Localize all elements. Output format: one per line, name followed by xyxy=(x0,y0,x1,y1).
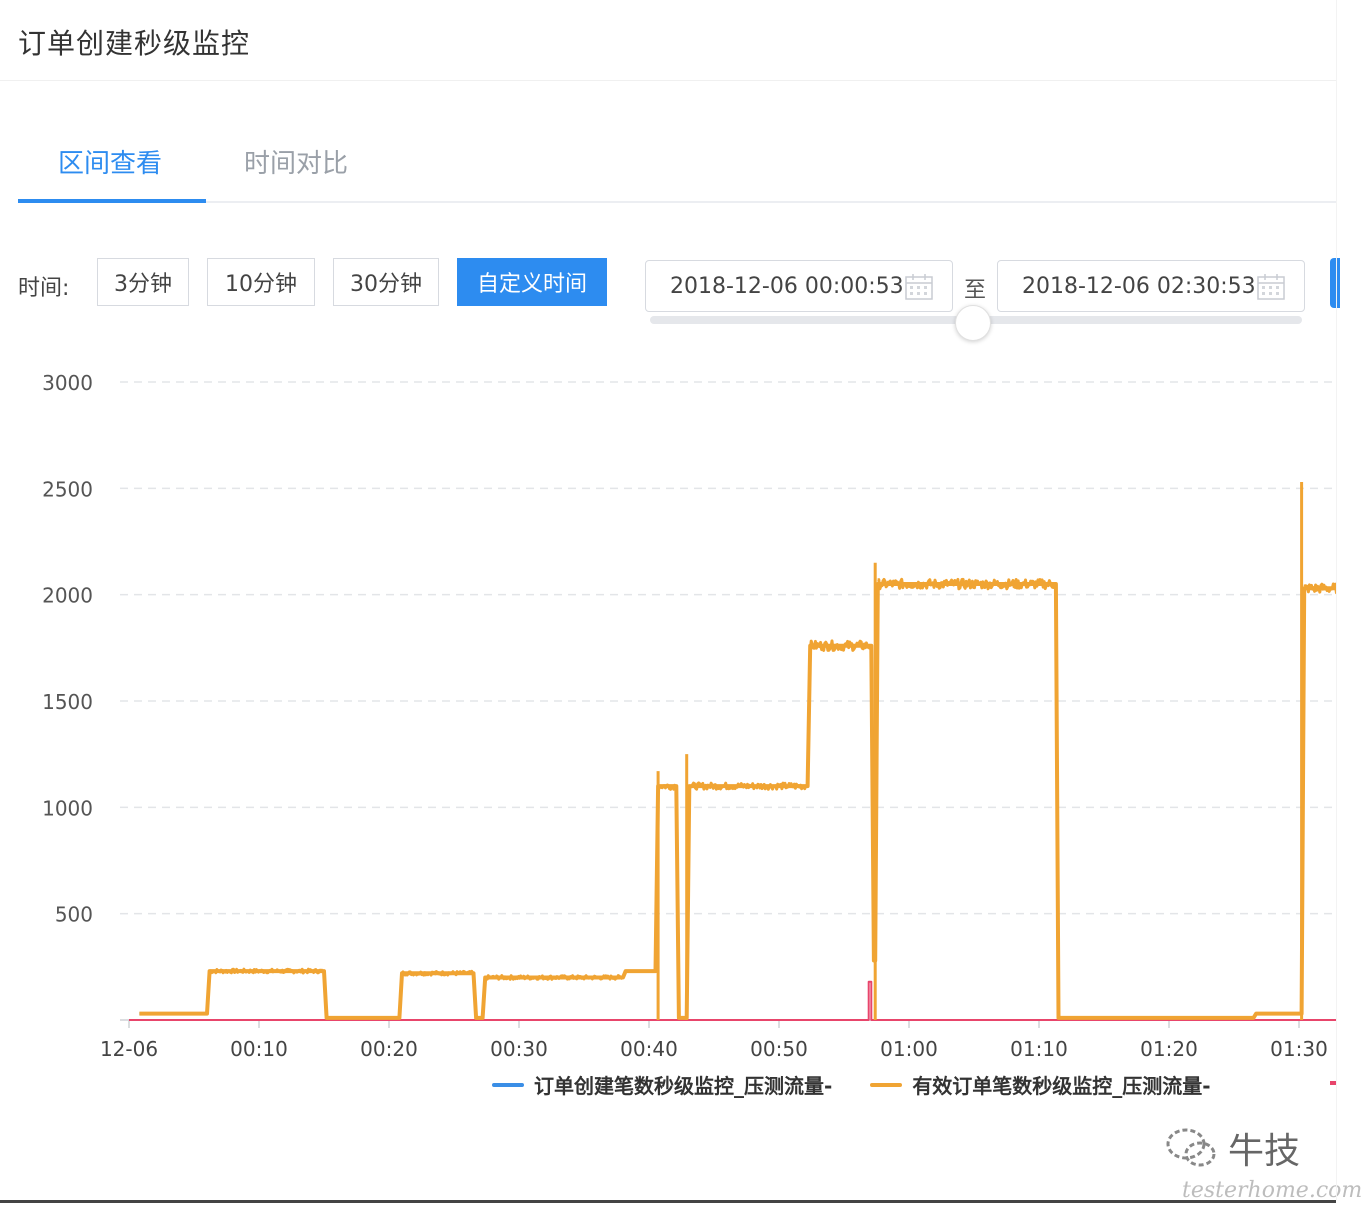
start-date-value: 2018-12-06 00:00:53 xyxy=(670,273,904,299)
right-edge-rule xyxy=(1336,0,1337,1200)
active-tab-indicator xyxy=(18,199,206,203)
series-jitter-valid-orders xyxy=(688,781,809,791)
x-tick-label: 01:00 xyxy=(880,1037,938,1061)
watermark-brand: 牛技 xyxy=(1228,1131,1301,1172)
custom-time-button[interactable]: 自定义时间 xyxy=(457,258,607,306)
y-tick-label: 2500 xyxy=(42,477,93,501)
legend-swatch-blue xyxy=(492,1082,524,1087)
y-tick-label: 1500 xyxy=(42,690,93,714)
legend-item-order-created[interactable]: 订单创建笔数秒级监控_压测流量- xyxy=(492,1070,832,1099)
x-tick-label: 12-06 xyxy=(100,1037,158,1061)
legend-label: 订单创建笔数秒级监控_压测流量- xyxy=(534,1074,833,1098)
series-line-red xyxy=(129,980,1336,1021)
x-tick-label: 00:40 xyxy=(620,1037,678,1061)
to-label: 至 xyxy=(964,278,987,303)
y-tick-label: 2000 xyxy=(42,584,93,608)
series-jitter-valid-orders xyxy=(656,783,678,791)
x-tick-label: 00:50 xyxy=(750,1037,808,1061)
legend-swatch-orange xyxy=(870,1082,903,1087)
wechat-logo-icon xyxy=(1166,1128,1216,1167)
end-date-value: 2018-12-06 02:30:53 xyxy=(1022,273,1256,299)
series-jitter-valid-orders xyxy=(877,577,1058,591)
start-date-field[interactable]: 2018-12-06 00:00:53 xyxy=(645,260,953,312)
query-button-edge[interactable] xyxy=(1330,258,1340,308)
series-jitter-valid-orders xyxy=(1303,582,1336,595)
series-line-order-created xyxy=(139,582,1336,1020)
page-title: 订单创建秒级监控 xyxy=(18,27,251,60)
y-tick-label: 1000 xyxy=(42,796,93,820)
x-tick-label: 00:10 xyxy=(230,1037,288,1061)
chart-legend: 订单创建笔数秒级监控_压测流量- 有效订单笔数秒级监控_压测流量- xyxy=(492,1070,1249,1099)
order-creation-line-chart: 500 1000 1500 2000 2500 3000 12-06 00:10 00:20 00… xyxy=(42,371,1336,1061)
tab-time-compare[interactable]: 时间对比 xyxy=(244,143,348,180)
x-tick-label: 01:10 xyxy=(1010,1037,1068,1061)
x-tick-label: 01:30 xyxy=(1270,1037,1328,1061)
title-divider xyxy=(0,80,1336,81)
series-jitter-valid-orders xyxy=(808,639,872,652)
x-tick-label: 00:30 xyxy=(490,1037,548,1061)
calendar-icon[interactable] xyxy=(1256,273,1286,301)
time-range-slider-handle[interactable] xyxy=(955,305,991,341)
range-10min-button[interactable]: 10分钟 xyxy=(207,258,315,306)
legend-item-valid-orders[interactable]: 有效订单笔数秒级监控_压测流量- xyxy=(870,1070,1211,1099)
series-line-valid-orders xyxy=(139,582,1336,1020)
x-tick-label: 01:20 xyxy=(1140,1037,1198,1061)
calendar-icon[interactable] xyxy=(904,273,934,301)
legend-label: 有效订单笔数秒级监控_压测流量- xyxy=(912,1074,1211,1098)
y-tick-label: 500 xyxy=(55,903,93,927)
end-date-field[interactable]: 2018-12-06 02:30:53 xyxy=(997,260,1305,312)
tab-bar: 区间查看 时间对比 xyxy=(18,135,1336,203)
time-filter-label: 时间: xyxy=(18,276,70,301)
x-tick-label: 00:20 xyxy=(360,1037,418,1061)
range-3min-button[interactable]: 3分钟 xyxy=(97,258,189,306)
bottom-edge-rule xyxy=(0,1200,1336,1203)
tab-range-view[interactable]: 区间查看 xyxy=(58,143,162,180)
range-30min-button[interactable]: 30分钟 xyxy=(333,258,439,306)
y-tick-label: 3000 xyxy=(42,371,93,395)
